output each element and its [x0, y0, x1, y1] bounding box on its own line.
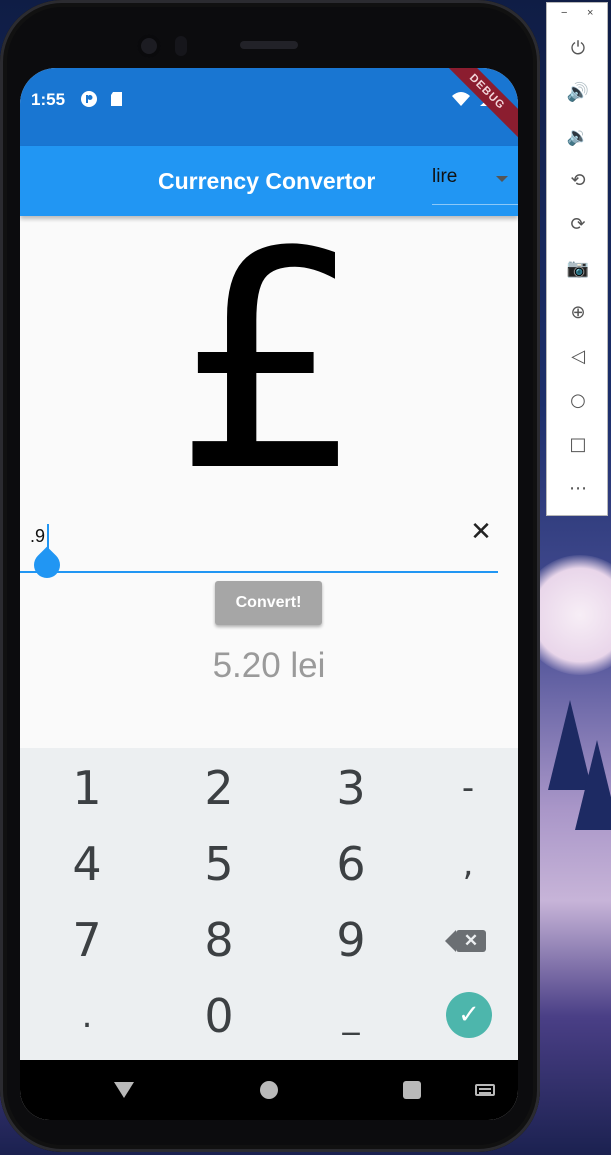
key-period[interactable]: .: [25, 978, 149, 1054]
key-comma[interactable]: ,: [406, 826, 518, 902]
amount-input-underline: [20, 571, 498, 573]
amount-input[interactable]: .9 ✕: [28, 516, 508, 584]
power-icon[interactable]: ⏻: [566, 37, 590, 61]
system-nav-bar: [20, 1060, 518, 1120]
numeric-keyboard: 1 2 3 - 4 5 6 , 7 8 9 ✕ . 0 _ ✓: [20, 748, 518, 1060]
proximity-sensor: [175, 36, 187, 56]
backspace-key[interactable]: ✕: [406, 902, 518, 978]
close-icon[interactable]: ✕: [466, 516, 496, 546]
currency-symbol: £: [173, 188, 365, 537]
device-screen: 1:55 DEBUG Currency Convertor lire £ .9 …: [20, 68, 518, 1120]
nav-home-icon[interactable]: [260, 1081, 278, 1099]
amount-input-value: .9: [30, 526, 46, 546]
volume-up-icon[interactable]: 🔊: [566, 81, 590, 105]
convert-button[interactable]: Convert!: [215, 581, 322, 625]
key-6[interactable]: 6: [289, 826, 413, 902]
key-9[interactable]: 9: [289, 902, 413, 978]
rotate-right-icon[interactable]: ⟳: [566, 213, 590, 237]
play-protect-icon: [81, 91, 97, 107]
key-4[interactable]: 4: [25, 826, 149, 902]
home-icon[interactable]: ○: [566, 389, 590, 413]
more-icon[interactable]: ⋯: [566, 477, 590, 501]
nav-recents-icon[interactable]: [403, 1081, 421, 1099]
earpiece-speaker: [240, 41, 298, 49]
zoom-icon[interactable]: ⊕: [566, 301, 590, 325]
cursor-handle[interactable]: [28, 546, 66, 584]
back-icon[interactable]: ◁: [566, 345, 590, 369]
volume-down-icon[interactable]: 🔉: [566, 125, 590, 149]
close-window-button[interactable]: ×: [587, 7, 593, 19]
key-minus[interactable]: -: [406, 750, 518, 826]
done-key[interactable]: ✓: [406, 978, 518, 1054]
key-7[interactable]: 7: [25, 902, 149, 978]
status-time: 1:55: [31, 90, 66, 109]
key-2[interactable]: 2: [157, 750, 281, 826]
minimize-button[interactable]: −: [561, 7, 567, 19]
sd-card-icon: [111, 92, 122, 106]
backspace-icon: ✕: [445, 930, 486, 952]
status-bar: 1:55 DEBUG: [20, 68, 518, 146]
dropdown-arrow-icon: [496, 176, 508, 182]
overview-icon[interactable]: □: [566, 433, 590, 457]
phone-frame: 1:55 DEBUG Currency Convertor lire £ .9 …: [0, 0, 540, 1152]
nav-back-icon[interactable]: [114, 1082, 134, 1098]
key-5[interactable]: 5: [157, 826, 281, 902]
front-camera: [137, 34, 161, 58]
rotate-left-icon[interactable]: ⟲: [566, 169, 590, 193]
check-icon: ✓: [446, 992, 492, 1038]
emulator-toolbar: − × ⏻ 🔊 🔉 ⟲ ⟳ 📷 ⊕ ◁ ○ □ ⋯: [546, 2, 608, 516]
conversion-result: 5.20 lei: [212, 646, 326, 685]
key-8[interactable]: 8: [157, 902, 281, 978]
key-3[interactable]: 3: [289, 750, 413, 826]
key-1[interactable]: 1: [25, 750, 149, 826]
keyboard-switch-icon[interactable]: [475, 1084, 495, 1096]
key-0[interactable]: 0: [157, 978, 281, 1054]
background-tree: [575, 740, 611, 830]
key-space[interactable]: _: [289, 978, 413, 1054]
wifi-icon: [452, 92, 470, 106]
currency-dropdown[interactable]: lire: [432, 158, 518, 205]
currency-dropdown-value: lire: [432, 166, 458, 187]
camera-icon[interactable]: 📷: [566, 257, 590, 281]
